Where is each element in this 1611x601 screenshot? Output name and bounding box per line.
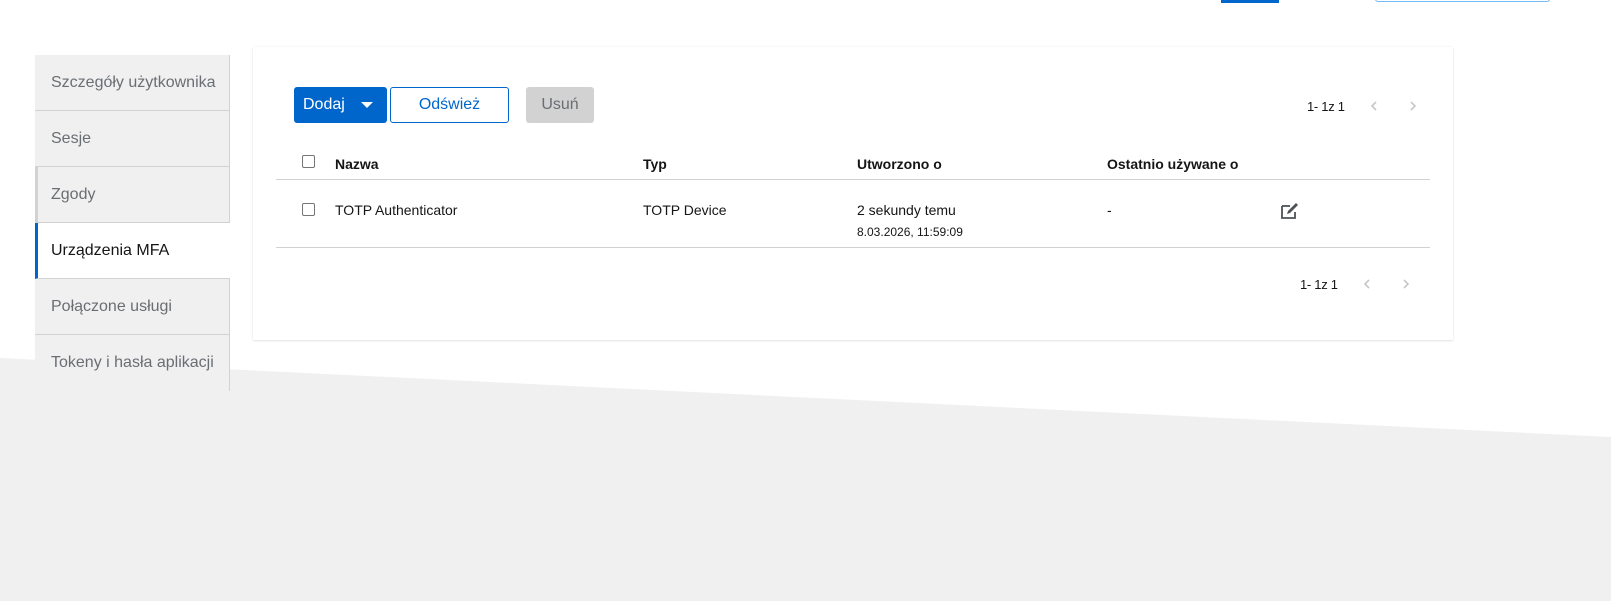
- chevron-right-icon[interactable]: [1395, 273, 1417, 295]
- column-header-created[interactable]: Utworzono o: [857, 156, 942, 172]
- created-relative: 2 sekundy temu: [857, 202, 956, 218]
- pagination-count: 1- 1z 1: [1307, 98, 1345, 114]
- chevron-right-icon[interactable]: [1402, 95, 1424, 117]
- side-navigation: Szczegóły użytkownika Sesje Zgody Urządz…: [35, 55, 230, 391]
- created-date: 8.03.2026, 11:59:09: [857, 225, 963, 239]
- edit-icon[interactable]: [1280, 202, 1300, 220]
- top-secondary-button-edge[interactable]: [1375, 0, 1550, 2]
- table-header: Nazwa Typ Utworzono o Ostatnio używane o: [276, 144, 1430, 180]
- add-button-label: Dodaj: [303, 96, 345, 113]
- page: Szczegóły użytkownika Sesje Zgody Urządz…: [0, 0, 1611, 601]
- pagination-bottom: 1- 1z 1: [1300, 273, 1434, 295]
- refresh-button[interactable]: Odśwież: [390, 87, 509, 123]
- caret-down-icon: [361, 102, 373, 108]
- column-header-last-used[interactable]: Ostatnio używane o: [1107, 156, 1238, 172]
- sidebar-item-mfa-devices[interactable]: Urządzenia MFA: [35, 223, 230, 279]
- select-all-checkbox[interactable]: [302, 155, 315, 168]
- device-created: 2 sekundy temu 8.03.2026, 11:59:09: [857, 202, 963, 240]
- column-header-type[interactable]: Typ: [643, 156, 667, 172]
- delete-button: Usuń: [526, 87, 594, 123]
- mfa-devices-card: Dodaj Odśwież Usuń 1- 1z 1 Nazwa Typ Utw…: [253, 47, 1453, 340]
- pagination-count: 1- 1z 1: [1300, 276, 1338, 292]
- sidebar-item-app-tokens[interactable]: Tokeny i hasła aplikacji: [35, 335, 230, 391]
- table-row: TOTP Authenticator TOTP Device 2 sekundy…: [276, 180, 1430, 248]
- sidebar-item-user-details[interactable]: Szczegóły użytkownika: [35, 55, 230, 111]
- sidebar-item-consents[interactable]: Zgody: [35, 167, 230, 223]
- top-primary-button-edge[interactable]: [1221, 0, 1279, 3]
- column-header-name[interactable]: Nazwa: [335, 156, 379, 172]
- chevron-left-icon[interactable]: [1356, 273, 1378, 295]
- device-type: TOTP Device: [643, 202, 727, 218]
- devices-table: Nazwa Typ Utworzono o Ostatnio używane o…: [276, 144, 1430, 248]
- sidebar-item-sessions[interactable]: Sesje: [35, 111, 230, 167]
- row-checkbox[interactable]: [302, 203, 315, 216]
- sidebar-item-connected-services[interactable]: Połączone usługi: [35, 279, 230, 335]
- add-button[interactable]: Dodaj: [294, 87, 387, 123]
- chevron-left-icon[interactable]: [1363, 95, 1385, 117]
- device-name: TOTP Authenticator: [335, 202, 458, 218]
- pagination-top: 1- 1z 1: [1307, 95, 1441, 117]
- device-last-used: -: [1107, 202, 1112, 218]
